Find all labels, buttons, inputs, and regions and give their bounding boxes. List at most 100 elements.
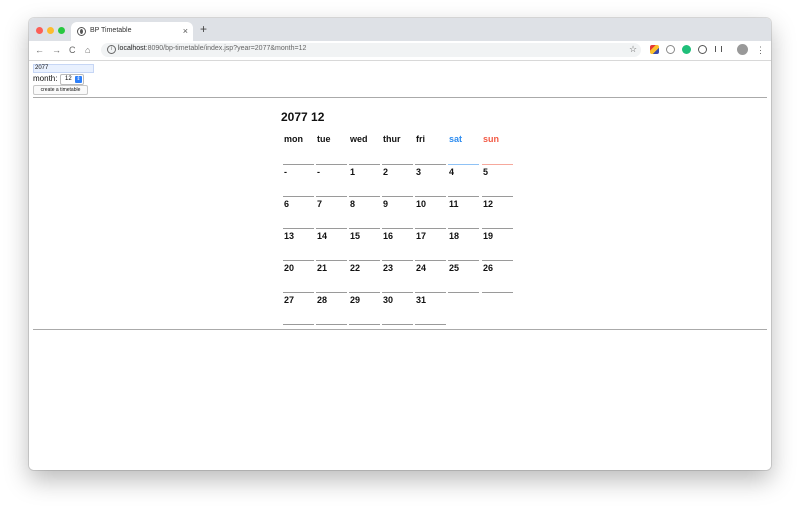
header-underline xyxy=(482,164,513,165)
day-cell: 23 xyxy=(383,263,394,273)
cell-underline xyxy=(448,260,479,261)
create-timetable-button[interactable]: create a timetable xyxy=(33,85,88,95)
day-cell: 21 xyxy=(317,263,328,273)
cell-underline xyxy=(382,228,413,229)
header-underline xyxy=(316,164,347,165)
extension-block-icon[interactable] xyxy=(698,45,707,54)
month-select[interactable]: 12 ⇕ xyxy=(60,74,84,85)
day-header-6: sun xyxy=(483,134,500,144)
day-cell: 26 xyxy=(483,263,494,273)
browser-menu-icon[interactable]: ⋮ xyxy=(756,44,765,56)
day-cell: 25 xyxy=(449,263,460,273)
bookmark-star-icon[interactable]: ☆ xyxy=(629,44,637,54)
cell-underline xyxy=(316,260,347,261)
day-cell: - xyxy=(284,167,287,177)
minimize-window-button[interactable] xyxy=(47,27,54,34)
cell-underline xyxy=(316,228,347,229)
back-button[interactable]: ← xyxy=(35,44,44,56)
cell-underline xyxy=(448,292,479,293)
cell-underline xyxy=(448,228,479,229)
cell-underline xyxy=(382,324,413,325)
close-window-button[interactable] xyxy=(36,27,43,34)
day-cell: 2 xyxy=(383,167,389,177)
cell-underline xyxy=(349,292,380,293)
home-button[interactable]: ⌂ xyxy=(85,44,90,56)
day-cell: 24 xyxy=(416,263,427,273)
day-cell: 5 xyxy=(483,167,489,177)
header-underline xyxy=(349,164,380,165)
month-label: month: xyxy=(33,74,58,83)
browser-tab[interactable]: BP Timetable × xyxy=(71,22,193,41)
browser-window: BP Timetable × + ← → C ⌂ i localhost:809… xyxy=(29,18,771,470)
extension-g-icon[interactable] xyxy=(682,45,691,54)
cell-underline xyxy=(283,292,314,293)
year-input[interactable]: 2077 xyxy=(33,64,94,73)
url-text: localhost:8090/bp-timetable/index.jsp?ye… xyxy=(118,45,306,52)
cell-underline xyxy=(382,260,413,261)
day-cell: 11 xyxy=(449,199,459,209)
day-cell: - xyxy=(317,167,320,177)
extension-colorful-icon[interactable] xyxy=(650,45,659,54)
day-cell: 18 xyxy=(449,231,460,241)
close-tab-icon[interactable]: × xyxy=(183,25,188,37)
cell-underline xyxy=(349,228,380,229)
cell-underline xyxy=(349,196,380,197)
cell-underline xyxy=(448,196,479,197)
url-path: :8090/bp-timetable/index.jsp?year=2077&m… xyxy=(145,45,307,52)
browser-toolbar: ← → C ⌂ i localhost:8090/bp-timetable/in… xyxy=(29,41,771,61)
url-host: localhost xyxy=(118,45,146,52)
cell-underline xyxy=(283,260,314,261)
day-cell: 8 xyxy=(350,199,356,209)
day-cell: 1 xyxy=(350,167,356,177)
cell-underline xyxy=(415,324,446,325)
day-cell: 20 xyxy=(284,263,295,273)
address-bar[interactable]: i localhost:8090/bp-timetable/index.jsp?… xyxy=(101,43,641,57)
header-underline xyxy=(415,164,446,165)
cell-underline xyxy=(482,228,513,229)
reload-button[interactable]: C xyxy=(69,44,76,56)
day-cell: 17 xyxy=(416,231,427,241)
cell-underline xyxy=(283,228,314,229)
extension-gear-icon[interactable] xyxy=(666,45,675,54)
cell-underline xyxy=(415,196,446,197)
header-underline xyxy=(283,164,314,165)
day-header-4: fri xyxy=(416,134,425,144)
cell-underline xyxy=(316,196,347,197)
day-cell: 16 xyxy=(383,231,394,241)
day-header-2: wed xyxy=(350,134,368,144)
day-cell: 31 xyxy=(416,295,427,305)
cell-underline xyxy=(482,260,513,261)
day-header-0: mon xyxy=(284,134,303,144)
day-cell: 22 xyxy=(350,263,361,273)
new-tab-button[interactable]: + xyxy=(200,23,207,35)
cell-underline xyxy=(382,196,413,197)
calendar-title: 2077 12 xyxy=(281,110,325,124)
cell-underline xyxy=(316,292,347,293)
profile-avatar[interactable] xyxy=(737,44,748,55)
extension-bracket-icon[interactable] xyxy=(715,46,722,52)
cell-underline xyxy=(415,260,446,261)
header-underline xyxy=(382,164,413,165)
forward-button[interactable]: → xyxy=(52,44,61,56)
day-cell: 13 xyxy=(284,231,295,241)
cell-underline xyxy=(316,324,347,325)
cell-underline xyxy=(482,196,513,197)
cell-underline xyxy=(283,324,314,325)
header-underline xyxy=(448,164,479,165)
day-cell: 29 xyxy=(350,295,361,305)
maximize-window-button[interactable] xyxy=(58,27,65,34)
cell-underline xyxy=(415,292,446,293)
info-icon[interactable]: i xyxy=(107,45,116,54)
cell-underline xyxy=(283,196,314,197)
day-cell: 7 xyxy=(317,199,323,209)
day-cell: 10 xyxy=(416,199,427,209)
day-cell: 3 xyxy=(416,167,422,177)
day-cell: 6 xyxy=(284,199,290,209)
day-cell: 28 xyxy=(317,295,328,305)
tab-title: BP Timetable xyxy=(90,27,132,34)
day-cell: 15 xyxy=(350,231,361,241)
tab-strip: BP Timetable × + xyxy=(29,18,771,41)
day-cell: 19 xyxy=(483,231,494,241)
cell-underline xyxy=(349,324,380,325)
day-cell: 12 xyxy=(483,199,494,209)
